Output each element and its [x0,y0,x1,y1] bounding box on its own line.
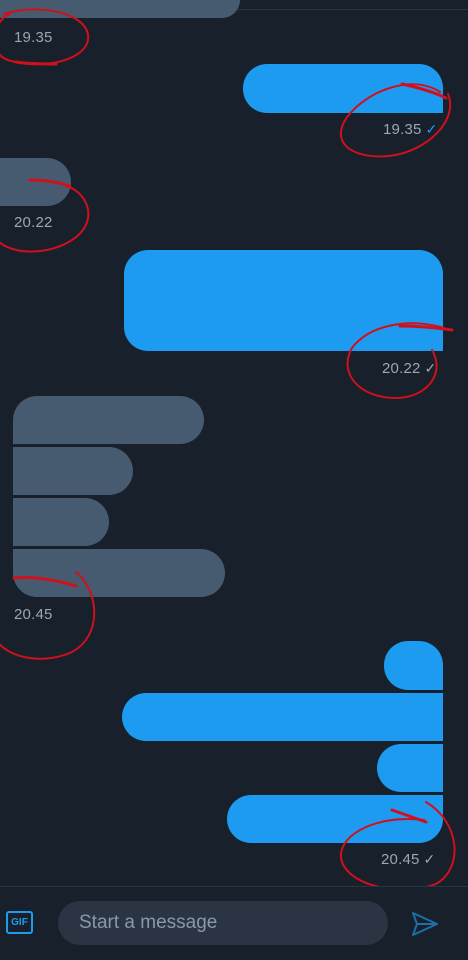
message-time: 20.45 [381,851,420,868]
outgoing-message-bubble[interactable] [384,641,443,690]
outgoing-message-bubble[interactable] [122,693,443,741]
incoming-message-bubble[interactable] [13,447,133,495]
incoming-message-bubble[interactable] [13,549,225,597]
message-timestamp: 19.35 ✓ [383,121,437,138]
sent-check-icon: ✓ [424,360,437,376]
sent-check-icon: ✓ [423,851,436,867]
outgoing-message-bubble[interactable] [377,744,443,792]
incoming-message-bubble[interactable] [0,0,240,18]
outgoing-message-bubble[interactable] [124,250,443,351]
message-timestamp: 20.22 [14,214,53,231]
message-time: 19.35 [383,121,422,138]
incoming-message-bubble[interactable] [0,158,71,206]
annotation-stroke [14,60,58,66]
message-timestamp: 19.35 [14,29,53,46]
dm-conversation-screen: @ 19.35 19.35✓ 20.22 20.22✓ 20.45 20.45✓ [0,0,468,960]
read-check-icon: ✓ [425,121,438,137]
incoming-message-bubble[interactable] [13,396,204,444]
message-timestamp: 20.22 ✓ [382,360,436,377]
outgoing-message-bubble[interactable] [243,64,443,113]
message-time: 20.22 [382,360,421,377]
message-composer: GIF [0,886,468,960]
message-timestamp: 20.45 [14,606,53,623]
message-input[interactable] [58,901,388,945]
gif-button[interactable]: GIF [6,911,33,934]
message-timestamp: 20.45 ✓ [381,851,435,868]
outgoing-message-bubble[interactable] [227,795,443,843]
incoming-message-bubble[interactable] [13,498,109,546]
send-icon [412,912,438,936]
send-button[interactable] [410,909,440,939]
